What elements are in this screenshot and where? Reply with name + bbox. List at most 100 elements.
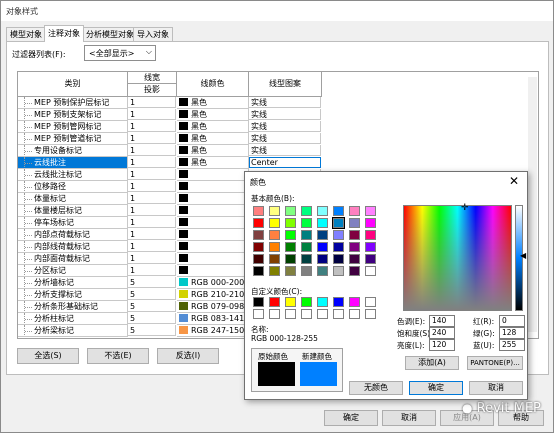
- linecolor-cell[interactable]: [177, 265, 249, 277]
- select-all-button[interactable]: 全选(S): [17, 348, 79, 364]
- custom-color-swatch[interactable]: [349, 309, 360, 319]
- basic-color-swatch[interactable]: [365, 230, 376, 240]
- custom-color-swatch[interactable]: [301, 309, 312, 319]
- blue-field[interactable]: 255: [499, 339, 525, 351]
- tab-annotation-objects[interactable]: 注释对象: [44, 25, 84, 42]
- lineweight-cell[interactable]: 1: [128, 109, 176, 120]
- category-cell[interactable]: 分析条形基础标记: [18, 301, 128, 313]
- category-cell[interactable]: 停车场标记: [18, 217, 128, 229]
- lineweight-cell[interactable]: 1: [128, 193, 176, 204]
- basic-color-swatch[interactable]: [285, 230, 296, 240]
- lineweight-cell[interactable]: 1: [128, 169, 176, 180]
- basic-color-swatch[interactable]: [349, 206, 360, 216]
- linecolor-cell[interactable]: RGB 000-200-20: [177, 277, 249, 289]
- no-color-button[interactable]: 无颜色: [349, 381, 403, 395]
- linecolor-cell[interactable]: [177, 181, 249, 193]
- basic-color-swatch[interactable]: [269, 230, 280, 240]
- green-field[interactable]: 128: [499, 327, 525, 339]
- linecolor-cell[interactable]: [177, 253, 249, 265]
- header-lineweight[interactable]: 线宽 投影: [128, 72, 177, 97]
- category-cell[interactable]: MEP 预制保护层标记: [18, 97, 128, 109]
- linecolor-cell[interactable]: [177, 241, 249, 253]
- basic-color-swatch[interactable]: [269, 254, 280, 264]
- linecolor-cell[interactable]: RGB 079-098-04: [177, 301, 249, 313]
- table-scrollbar[interactable]: [528, 77, 537, 332]
- table-row[interactable]: 云线批注 1 黑色 Center: [18, 157, 538, 169]
- lineweight-cell[interactable]: 1: [128, 121, 176, 132]
- basic-color-swatch[interactable]: [269, 206, 280, 216]
- basic-color-swatch[interactable]: [317, 266, 328, 276]
- custom-color-swatch[interactable]: [269, 297, 280, 307]
- basic-color-swatch[interactable]: [285, 218, 296, 228]
- linecolor-cell[interactable]: 黑色: [177, 109, 249, 121]
- linecolor-cell[interactable]: RGB 210-210-00: [177, 289, 249, 301]
- linecolor-cell[interactable]: RGB 247-150-07: [177, 325, 249, 337]
- lineweight-cell[interactable]: 1: [128, 253, 176, 264]
- basic-color-swatch[interactable]: [301, 218, 312, 228]
- basic-color-swatch[interactable]: [285, 266, 296, 276]
- custom-color-swatch[interactable]: [333, 309, 344, 319]
- linecolor-cell[interactable]: 黑色: [177, 145, 249, 157]
- add-custom-color-button[interactable]: 添加(A): [405, 356, 459, 370]
- category-cell[interactable]: 内部线荷载标记: [18, 241, 128, 253]
- custom-color-swatch[interactable]: [333, 297, 344, 307]
- close-icon[interactable]: ✕: [509, 174, 519, 188]
- linecolor-cell[interactable]: 黑色: [177, 121, 249, 133]
- custom-color-swatch[interactable]: [349, 297, 360, 307]
- category-cell[interactable]: 分区标记: [18, 265, 128, 277]
- basic-color-swatch[interactable]: [349, 242, 360, 252]
- basic-color-swatch[interactable]: [349, 254, 360, 264]
- lineweight-cell[interactable]: 1: [128, 229, 176, 240]
- linecolor-cell[interactable]: RGB 083-141-21: [177, 313, 249, 325]
- linepattern-cell[interactable]: 实线: [249, 97, 321, 108]
- lineweight-cell[interactable]: 1: [128, 133, 176, 144]
- category-cell[interactable]: MEP 预制管网标记: [18, 121, 128, 133]
- basic-color-swatch[interactable]: [349, 266, 360, 276]
- basic-color-swatch[interactable]: [301, 230, 312, 240]
- custom-color-swatch[interactable]: [253, 297, 264, 307]
- basic-color-swatch[interactable]: [253, 218, 264, 228]
- lineweight-cell[interactable]: 5: [128, 289, 176, 300]
- basic-color-swatch[interactable]: [269, 266, 280, 276]
- basic-color-swatch[interactable]: [301, 206, 312, 216]
- linecolor-cell[interactable]: 黑色: [177, 133, 249, 145]
- category-cell[interactable]: 分析梁标记: [18, 325, 128, 337]
- category-cell[interactable]: 云线批注标记: [18, 169, 128, 181]
- linepattern-cell[interactable]: 实线: [249, 121, 321, 132]
- color-cancel-button[interactable]: 取消: [469, 381, 523, 395]
- category-cell[interactable]: MEP 预制支架标记: [18, 109, 128, 121]
- basic-color-swatch[interactable]: [333, 206, 344, 216]
- basic-color-swatch[interactable]: [317, 254, 328, 264]
- category-cell[interactable]: 专用设备标记: [18, 145, 128, 157]
- basic-color-swatch[interactable]: [333, 254, 344, 264]
- select-none-button[interactable]: 不选(E): [87, 348, 149, 364]
- basic-color-swatch[interactable]: [349, 218, 360, 228]
- category-cell[interactable]: 位移路径: [18, 181, 128, 193]
- red-field[interactable]: 0: [499, 315, 525, 327]
- linecolor-cell[interactable]: 黑色: [177, 157, 249, 169]
- ok-button[interactable]: 确定: [324, 410, 378, 426]
- basic-color-swatch[interactable]: [285, 206, 296, 216]
- linecolor-cell[interactable]: [177, 169, 249, 181]
- basic-color-swatch[interactable]: [365, 218, 376, 228]
- lineweight-cell[interactable]: 1: [128, 241, 176, 252]
- category-cell[interactable]: 分析墙标记: [18, 277, 128, 289]
- saturation-field[interactable]: 240: [429, 327, 455, 339]
- lineweight-cell[interactable]: 5: [128, 301, 176, 312]
- lineweight-cell[interactable]: 1: [128, 181, 176, 192]
- lineweight-cell[interactable]: 1: [128, 265, 176, 276]
- lineweight-cell[interactable]: 5: [128, 277, 176, 288]
- lineweight-cell[interactable]: 1: [128, 205, 176, 216]
- color-ok-button[interactable]: 确定: [409, 381, 463, 395]
- custom-color-swatch[interactable]: [317, 297, 328, 307]
- luminance-field[interactable]: 120: [429, 339, 455, 351]
- basic-color-swatch[interactable]: [317, 218, 328, 228]
- category-cell[interactable]: 体量标记: [18, 193, 128, 205]
- basic-color-swatch[interactable]: [365, 242, 376, 252]
- basic-color-swatch[interactable]: [317, 230, 328, 240]
- slider-arrow-icon[interactable]: ◀: [520, 251, 526, 260]
- basic-color-swatch[interactable]: [301, 254, 312, 264]
- basic-color-swatch[interactable]: [253, 254, 264, 264]
- basic-color-swatch[interactable]: [349, 230, 360, 240]
- table-row[interactable]: 专用设备标记 1 黑色 实线: [18, 145, 538, 157]
